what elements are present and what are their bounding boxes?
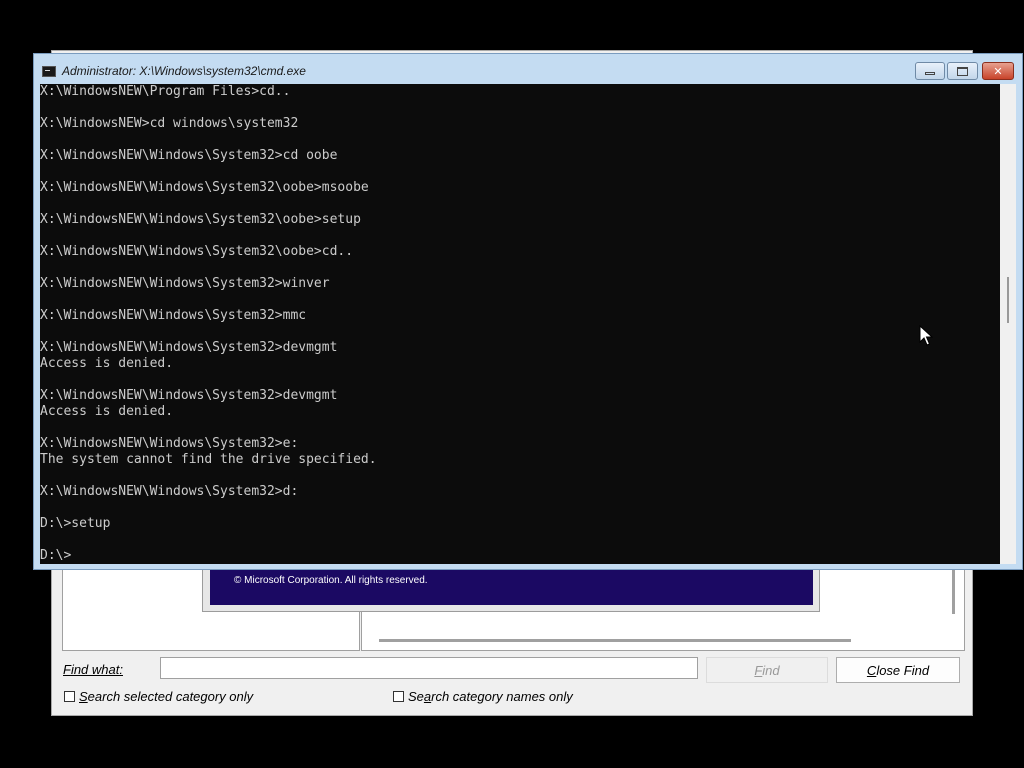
close-button[interactable]: ✕	[982, 62, 1014, 80]
minimize-icon	[925, 72, 935, 75]
search-category-names-checkbox[interactable]: Search category names only	[393, 689, 573, 704]
checkbox-box[interactable]	[64, 691, 75, 702]
console-vertical-scrollbar[interactable]	[1000, 84, 1016, 564]
search-selected-category-checkbox[interactable]: Search selected category only	[64, 689, 253, 704]
console-line: X:\WindowsNEW\Windows\System32>cd oobe	[40, 148, 338, 163]
console-line: X:\WindowsNEW\Windows\System32\oobe>msoo…	[40, 180, 369, 195]
console-line: X:\WindowsNEW\Windows\System32\oobe>setu…	[40, 212, 361, 227]
command-prompt-window[interactable]: Administrator: X:\Windows\system32\cmd.e…	[33, 53, 1023, 570]
console-line: The system cannot find the drive specifi…	[40, 452, 377, 467]
restore-button[interactable]	[947, 62, 978, 80]
console-app-icon[interactable]	[42, 66, 56, 77]
find-what-label: Find what:	[63, 662, 123, 677]
console-line: X:\WindowsNEW\Windows\System32>d:	[40, 484, 299, 499]
console-line: X:\WindowsNEW\Windows\System32>e:	[40, 436, 299, 451]
console-line: X:\WindowsNEW\Windows\System32>devmgmt	[40, 340, 338, 355]
window-title: Administrator: X:\Windows\system32\cmd.e…	[62, 64, 306, 78]
console-line: X:\WindowsNEW\Windows\System32>mmc	[40, 308, 307, 323]
console-line: Access is denied.	[40, 404, 174, 419]
checkbox-label: Search selected category only	[79, 689, 254, 704]
close-icon: ✕	[993, 64, 1003, 78]
console-line: X:\WindowsNEW\Windows\System32>winver	[40, 276, 330, 291]
close-find-button[interactable]: Close Find	[836, 657, 960, 683]
console-line: X:\WindowsNEW\Windows\System32\oobe>cd..	[40, 244, 354, 259]
console-line: D:\>	[40, 548, 72, 563]
restore-icon	[957, 66, 968, 76]
checkbox-box[interactable]	[393, 691, 404, 702]
find-bar: Find what: Find Close Find Search select…	[52, 651, 974, 711]
title-bar[interactable]: Administrator: X:\Windows\system32\cmd.e…	[34, 54, 1022, 84]
find-button[interactable]: Find	[706, 657, 828, 683]
copyright-text: © Microsoft Corporation. All rights rese…	[234, 575, 428, 586]
minimize-button[interactable]	[915, 62, 945, 80]
details-horizontal-scrollbar[interactable]	[379, 639, 851, 642]
console-line: X:\WindowsNEW>cd windows\system32	[40, 116, 299, 131]
find-what-input[interactable]	[160, 657, 698, 679]
console-text: X:\WindowsNEW\Program Files>cd.. X:\Wind…	[40, 84, 1000, 564]
console-line: D:\>setup	[40, 516, 111, 531]
console-line: X:\WindowsNEW\Windows\System32>devmgmt	[40, 388, 338, 403]
scrollbar-thumb[interactable]	[1007, 277, 1009, 323]
console-output[interactable]: X:\WindowsNEW\Program Files>cd.. X:\Wind…	[40, 84, 1000, 564]
checkbox-label: Search category names only	[408, 689, 573, 704]
console-line: Access is denied.	[40, 356, 174, 371]
console-line: X:\WindowsNEW\Program Files>cd..	[40, 84, 291, 99]
